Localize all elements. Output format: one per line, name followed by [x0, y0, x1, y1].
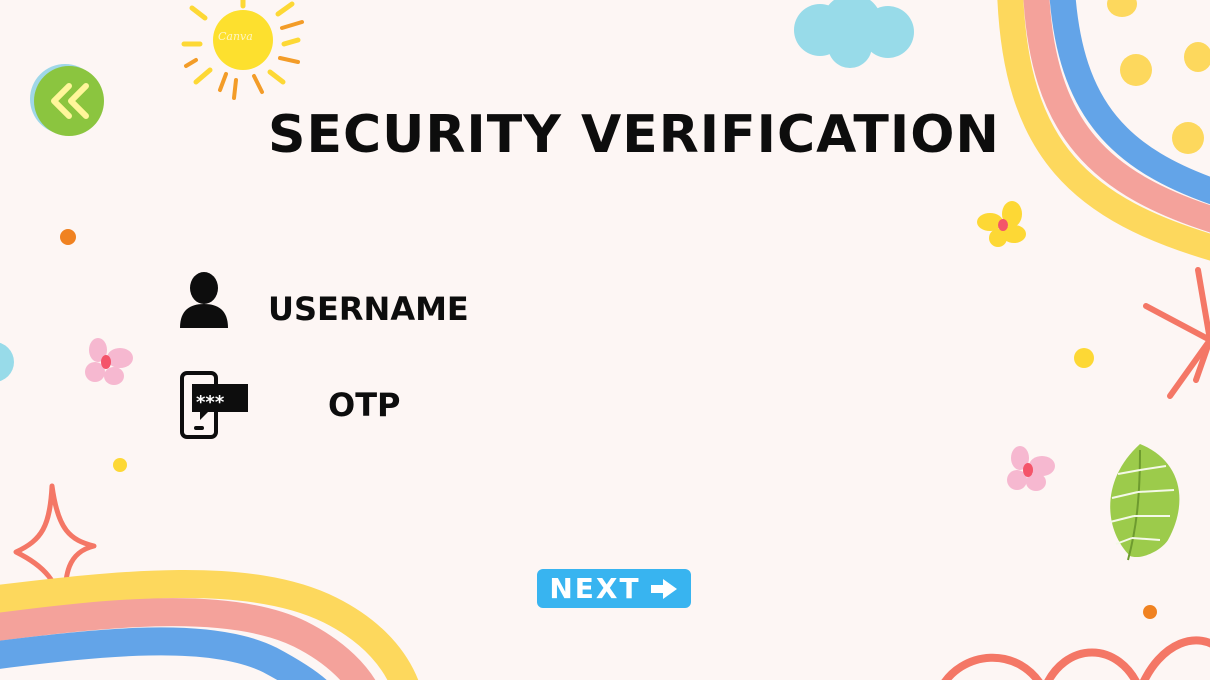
orange-dot — [60, 229, 76, 245]
user-icon — [180, 272, 228, 328]
sun — [181, 0, 304, 100]
pink-flower-right — [1007, 446, 1055, 491]
yellow-dot — [113, 458, 127, 472]
next-button[interactable]: NEXT — [537, 569, 691, 608]
yellow-dot — [1074, 348, 1094, 368]
username-label: USERNAME — [268, 290, 469, 328]
rainbow-bottom-left — [0, 569, 419, 680]
otp-label: OTP — [328, 386, 401, 424]
orange-dot — [1143, 605, 1157, 619]
next-button-label: NEXT — [549, 572, 641, 605]
cloud-top — [794, 0, 914, 68]
green-leaf — [1109, 444, 1180, 561]
red-starburst — [1143, 267, 1210, 399]
yellow-flower — [977, 201, 1026, 247]
phone-otp-icon: *** — [180, 371, 248, 439]
svg-text:***: *** — [196, 392, 225, 413]
back-button[interactable] — [34, 66, 104, 136]
pink-flower-left — [85, 338, 133, 385]
red-loops — [941, 636, 1210, 680]
sun-watermark: Canva — [218, 30, 253, 43]
cloud-left — [0, 342, 14, 382]
page-title: SECURITY VERIFICATION — [268, 105, 1000, 165]
arrow-right-icon — [650, 578, 677, 599]
double-chevron-left-icon — [51, 83, 89, 119]
